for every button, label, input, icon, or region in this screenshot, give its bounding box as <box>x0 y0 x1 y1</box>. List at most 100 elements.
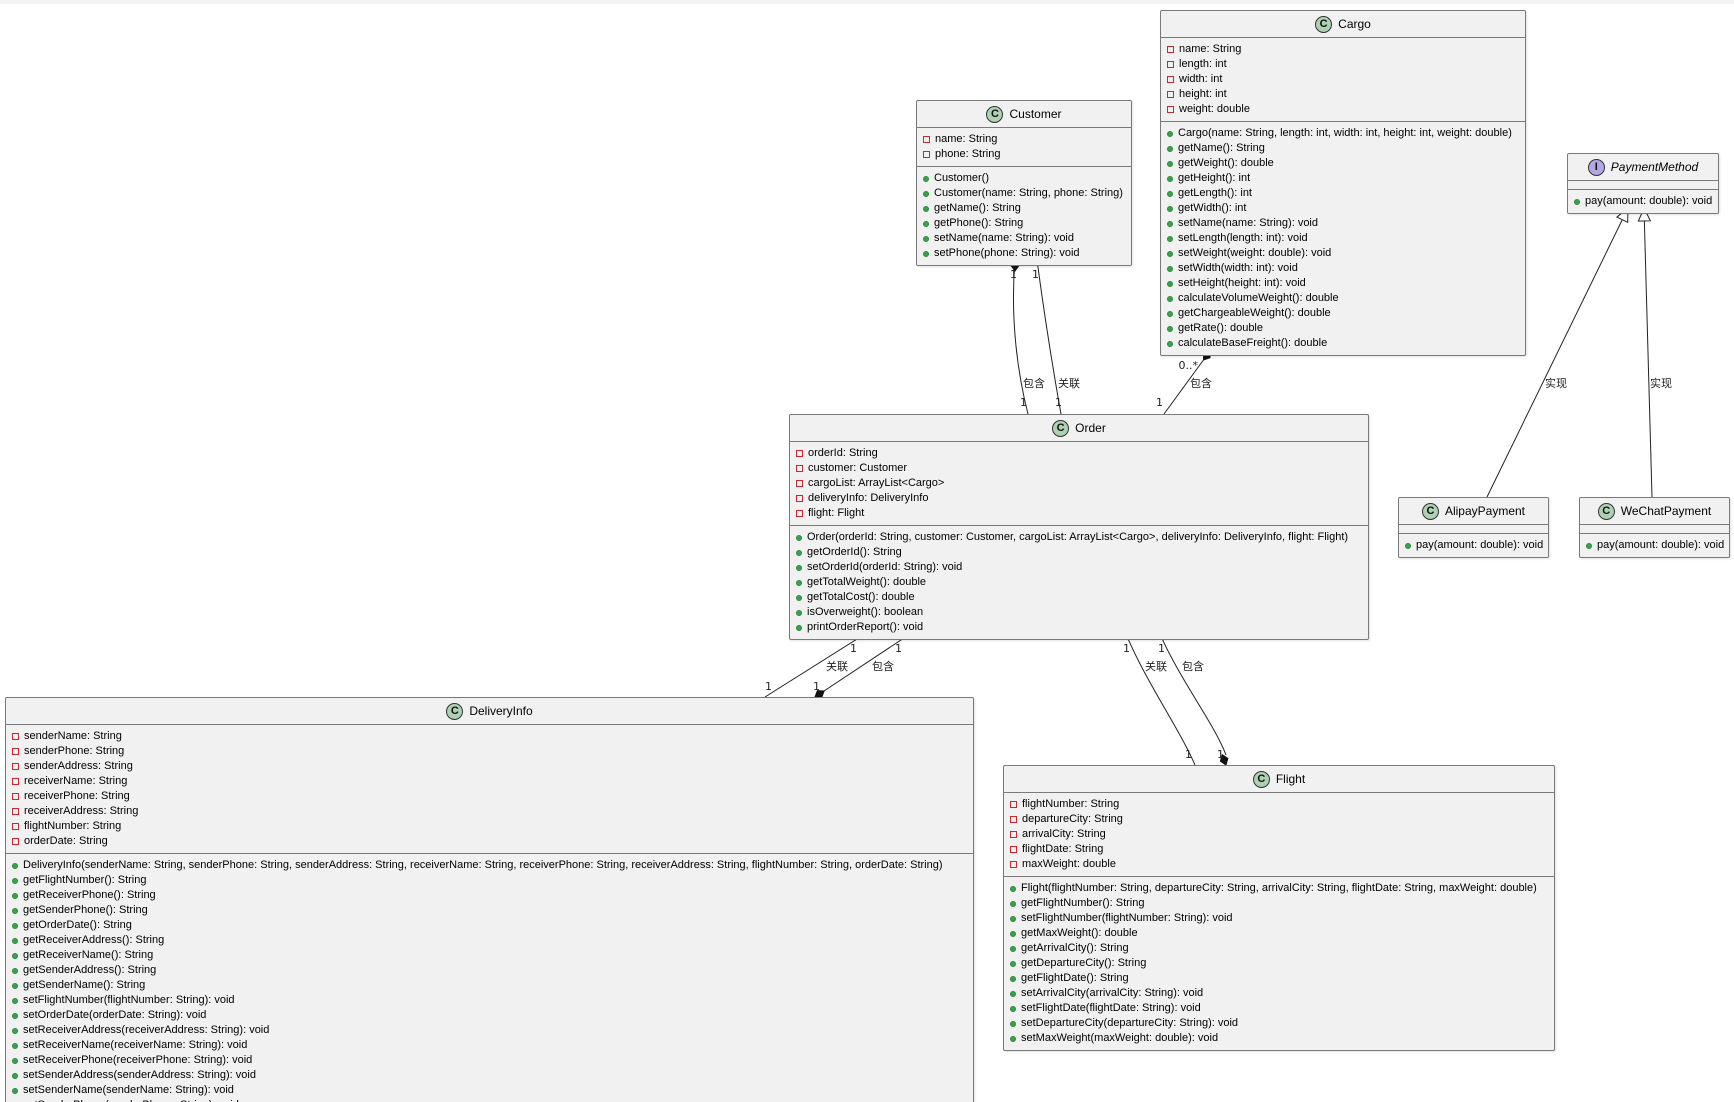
private-marker-icon <box>1167 76 1174 83</box>
attribute-row: length: int <box>1161 57 1525 72</box>
method-text: pay(amount: double): void <box>1585 195 1713 207</box>
attribute-row: phone: String <box>917 147 1131 162</box>
method-text: setWidth(width: int): void <box>1178 262 1298 274</box>
attribute-row: weight: double <box>1161 102 1525 117</box>
attribute-row: departureCity: String <box>1004 812 1554 827</box>
class-box-alipay[interactable]: C AlipayPayment pay(amount: double): void <box>1398 497 1549 558</box>
attributes-section: senderName: String senderPhone: String sen… <box>6 725 973 854</box>
public-marker-icon <box>12 892 18 899</box>
public-marker-icon <box>1167 295 1173 302</box>
class-header: C AlipayPayment <box>1399 498 1548 525</box>
attribute-text: cargoList: ArrayList<Cargo> <box>808 477 945 489</box>
class-name: Order <box>1075 421 1106 435</box>
attribute-text: orderId: String <box>808 447 878 459</box>
method-row: getDepartureCity(): String <box>1004 956 1554 971</box>
public-marker-icon <box>1405 542 1411 549</box>
private-marker-icon <box>12 793 19 800</box>
method-text: setFlightNumber(flightNumber: String): v… <box>23 994 235 1006</box>
public-marker-icon <box>796 594 802 601</box>
method-row: getSenderName(): String <box>6 978 973 993</box>
class-box-wechat[interactable]: C WeChatPayment pay(amount: double): void <box>1579 497 1730 558</box>
attribute-row: cargoList: ArrayList<Cargo> <box>790 476 1368 491</box>
method-row: getChargeableWeight(): double <box>1161 306 1525 321</box>
attribute-row: receiverAddress: String <box>6 804 973 819</box>
method-text: Cargo(name: String, length: int, width: … <box>1178 127 1512 139</box>
method-text: Customer(name: String, phone: String) <box>934 187 1123 199</box>
attribute-text: departureCity: String <box>1022 813 1123 825</box>
attribute-row: flight: Flight <box>790 506 1368 521</box>
method-text: getLength(): int <box>1178 187 1252 199</box>
public-marker-icon <box>796 624 802 631</box>
public-marker-icon <box>1010 945 1016 952</box>
attribute-text: senderPhone: String <box>24 745 125 757</box>
relation-label: 关联 <box>1058 376 1080 390</box>
class-box-cargo[interactable]: C Cargo name: String length: int width: int h… <box>1160 10 1526 356</box>
attribute-row: flightNumber: String <box>1004 797 1554 812</box>
attribute-row: senderAddress: String <box>6 759 973 774</box>
method-row: getArrivalCity(): String <box>1004 941 1554 956</box>
private-marker-icon <box>796 480 803 487</box>
attributes-section <box>1399 525 1548 534</box>
multiplicity-label: 0..* <box>1179 359 1199 372</box>
attribute-row: name: String <box>1161 42 1525 57</box>
class-icon: C <box>1421 502 1439 520</box>
method-text: getDepartureCity(): String <box>1021 957 1147 969</box>
public-marker-icon <box>1167 145 1173 152</box>
method-row: Order(orderId: String, customer: Custome… <box>790 530 1368 545</box>
class-box-flight[interactable]: C Flight flightNumber: String departureCity… <box>1003 765 1555 1051</box>
attribute-text: receiverName: String <box>24 775 128 787</box>
attributes-section <box>1580 525 1729 534</box>
multiplicity-label: 1 <box>895 642 902 655</box>
attribute-text: phone: String <box>935 148 1001 160</box>
class-box-customer[interactable]: C Customer name: String phone: String Custom… <box>916 100 1132 266</box>
attribute-text: name: String <box>1179 43 1242 55</box>
public-marker-icon <box>1167 325 1173 332</box>
method-row: setFlightDate(flightDate: String): void <box>1004 1001 1554 1016</box>
public-marker-icon <box>1010 960 1016 967</box>
method-text: getRate(): double <box>1178 322 1263 334</box>
method-row: getFlightDate(): String <box>1004 971 1554 986</box>
class-name: AlipayPayment <box>1444 504 1526 518</box>
private-marker-icon <box>12 733 19 740</box>
method-text: getWeight(): double <box>1178 157 1274 169</box>
attribute-text: senderName: String <box>24 730 122 742</box>
method-text: setWeight(weight: double): void <box>1178 247 1332 259</box>
method-text: setDepartureCity(departureCity: String):… <box>1021 1017 1239 1029</box>
method-row: setOrderId(orderId: String): void <box>790 560 1368 575</box>
public-marker-icon <box>1010 900 1016 907</box>
method-row: setLength(length: int): void <box>1161 231 1525 246</box>
class-box-deliveryinfo[interactable]: C DeliveryInfo senderName: String senderPho… <box>5 697 974 1102</box>
multiplicity-label: 1 <box>813 680 820 693</box>
method-row: setName(name: String): void <box>917 231 1131 246</box>
class-header: C Customer <box>917 101 1131 128</box>
attribute-text: flightNumber: String <box>1022 798 1120 810</box>
public-marker-icon <box>12 907 18 914</box>
method-row: getMaxWeight(): double <box>1004 926 1554 941</box>
class-name: Flight <box>1275 772 1306 786</box>
method-text: pay(amount: double): void <box>1597 539 1725 551</box>
multiplicity-label: 1 <box>1217 748 1224 761</box>
multiplicity-label: 1 <box>1123 642 1130 655</box>
class-box-paymentmethod[interactable]: I PaymentMethod pay(amount: double): void <box>1567 153 1719 214</box>
method-row: setWeight(weight: double): void <box>1161 246 1525 261</box>
method-text: getSenderAddress(): String <box>23 964 157 976</box>
public-marker-icon <box>1167 235 1173 242</box>
class-header: I PaymentMethod <box>1568 154 1718 181</box>
relation-label: 包含 <box>1182 659 1204 673</box>
method-text: setSenderName(senderName: String): void <box>23 1084 234 1096</box>
public-marker-icon <box>1010 915 1016 922</box>
private-marker-icon <box>796 450 803 457</box>
method-row: getReceiverPhone(): String <box>6 888 973 903</box>
method-row: Flight(flightNumber: String, departureCi… <box>1004 881 1554 896</box>
attribute-row: orderDate: String <box>6 834 973 849</box>
class-box-order[interactable]: C Order orderId: String customer: Customer c… <box>789 414 1369 640</box>
method-row: pay(amount: double): void <box>1568 194 1718 209</box>
method-text: getReceiverAddress(): String <box>23 934 165 946</box>
private-marker-icon <box>12 763 19 770</box>
multiplicity-label: 1 <box>1055 396 1062 409</box>
attribute-row: width: int <box>1161 72 1525 87</box>
methods-section: Flight(flightNumber: String, departureCi… <box>1004 877 1554 1050</box>
public-marker-icon <box>1010 990 1016 997</box>
private-marker-icon <box>1010 801 1017 808</box>
attribute-row: senderName: String <box>6 729 973 744</box>
